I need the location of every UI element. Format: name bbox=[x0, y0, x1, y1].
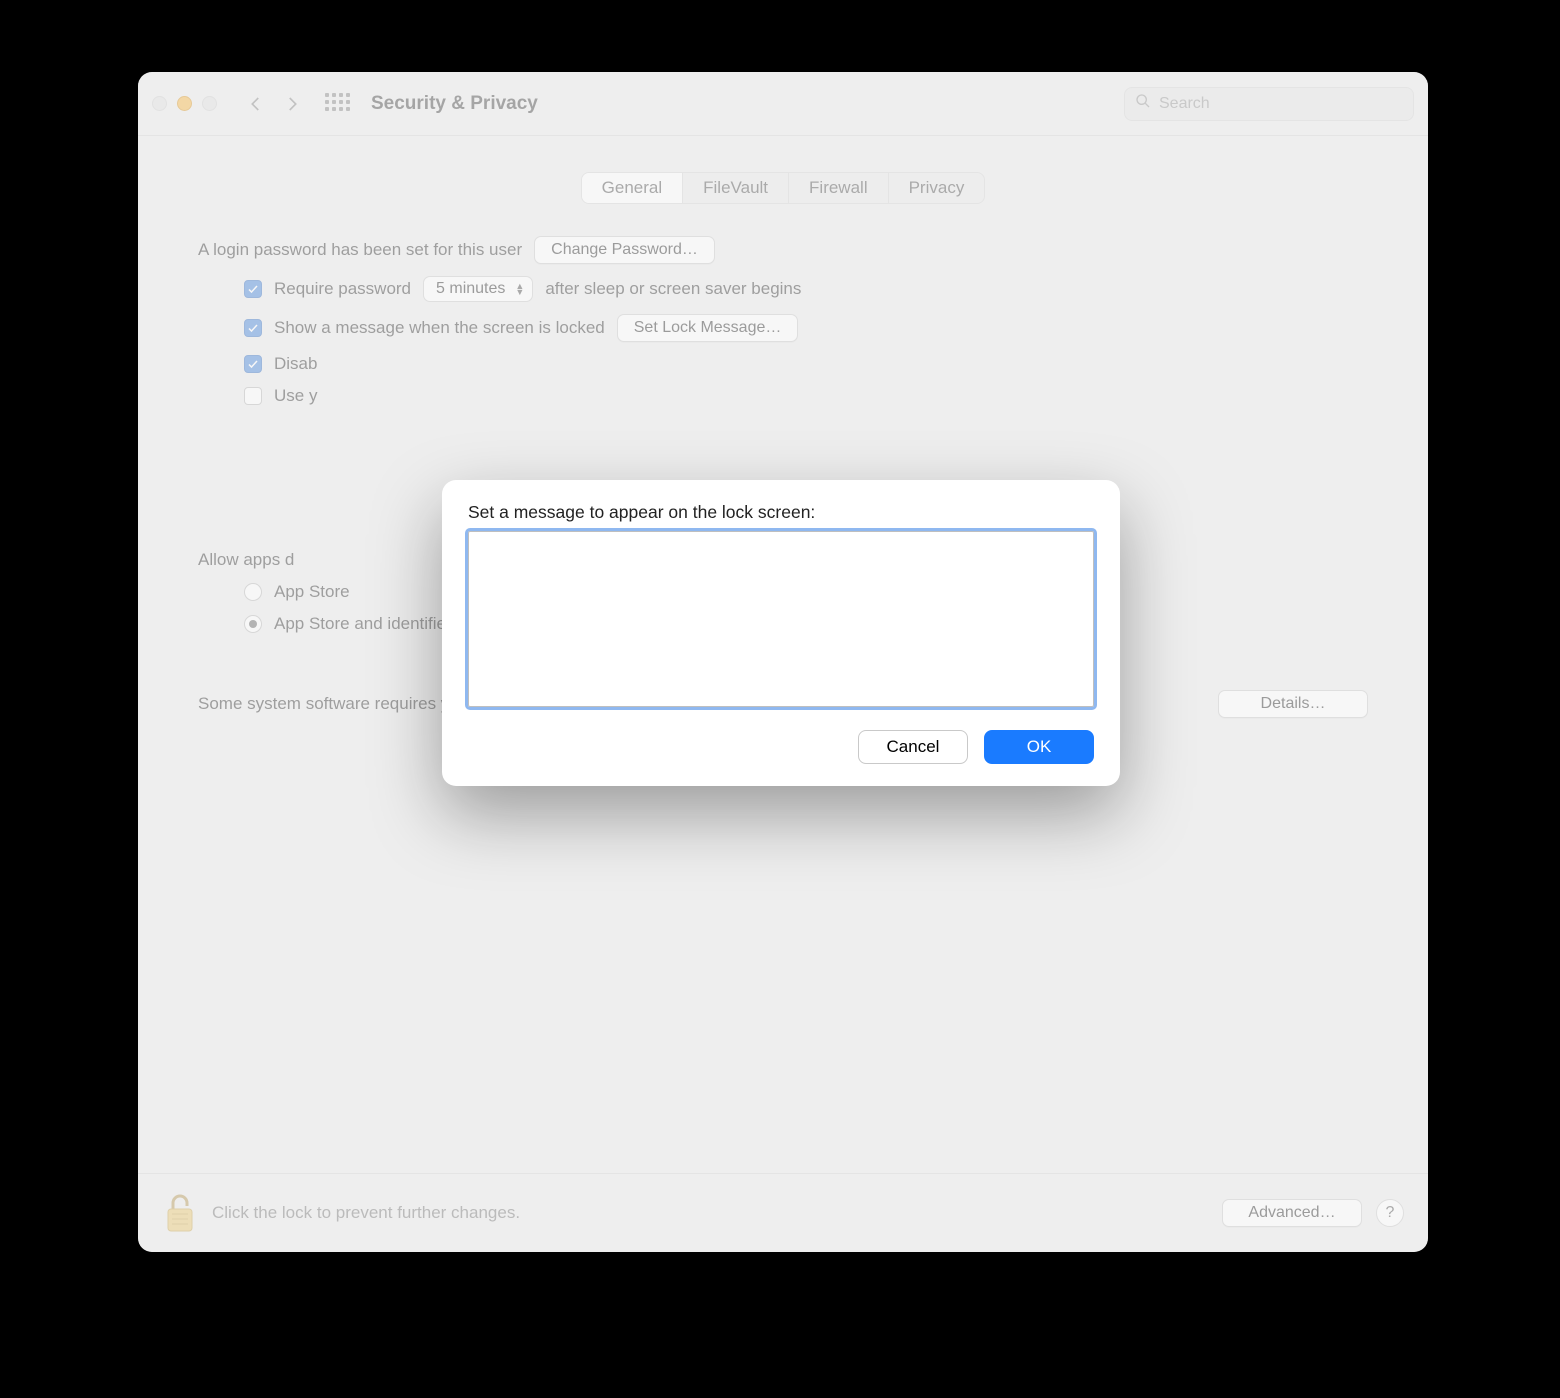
zoom-window-button[interactable] bbox=[202, 96, 217, 111]
require-password-label-post: after sleep or screen saver begins bbox=[545, 279, 801, 299]
cancel-button[interactable]: Cancel bbox=[858, 730, 968, 764]
lock-message-textarea[interactable] bbox=[468, 531, 1094, 707]
login-password-text: A login password has been set for this u… bbox=[198, 240, 522, 260]
disable-auto-login-checkbox[interactable] bbox=[244, 355, 262, 373]
require-password-delay-select[interactable]: 5 minutes ▲▼ bbox=[423, 276, 533, 302]
require-password-delay-value: 5 minutes bbox=[436, 280, 505, 298]
set-lock-message-dialog: Set a message to appear on the lock scre… bbox=[442, 480, 1120, 786]
tab-firewall[interactable]: Firewall bbox=[789, 173, 889, 203]
window-footer: Click the lock to prevent further change… bbox=[138, 1173, 1428, 1252]
tab-privacy[interactable]: Privacy bbox=[889, 173, 985, 203]
change-password-button[interactable]: Change Password… bbox=[534, 236, 715, 264]
window-toolbar: Security & Privacy bbox=[138, 72, 1428, 136]
lock-hint-text: Click the lock to prevent further change… bbox=[212, 1203, 1208, 1223]
show-all-button[interactable] bbox=[325, 93, 347, 115]
nav-buttons bbox=[247, 95, 301, 113]
show-lock-message-checkbox[interactable] bbox=[244, 319, 262, 337]
tab-bar: General FileVault Firewall Privacy bbox=[581, 172, 986, 204]
traffic-lights bbox=[152, 96, 217, 111]
back-button[interactable] bbox=[247, 95, 265, 113]
show-lock-message-label: Show a message when the screen is locked bbox=[274, 318, 605, 338]
allow-apps-appstore-radio[interactable] bbox=[244, 583, 262, 601]
search-icon bbox=[1135, 93, 1151, 114]
tab-filevault[interactable]: FileVault bbox=[683, 173, 789, 203]
require-password-label-pre: Require password bbox=[274, 279, 411, 299]
chevron-up-down-icon: ▲▼ bbox=[515, 283, 524, 295]
lock-icon[interactable] bbox=[162, 1192, 198, 1234]
search-field[interactable] bbox=[1124, 87, 1414, 121]
set-lock-message-button[interactable]: Set Lock Message… bbox=[617, 314, 799, 342]
forward-button[interactable] bbox=[283, 95, 301, 113]
allow-apps-identified-radio[interactable] bbox=[244, 615, 262, 633]
details-button[interactable]: Details… bbox=[1218, 690, 1368, 718]
close-window-button[interactable] bbox=[152, 96, 167, 111]
window-title: Security & Privacy bbox=[371, 93, 538, 115]
tab-general[interactable]: General bbox=[582, 173, 683, 203]
advanced-button[interactable]: Advanced… bbox=[1222, 1199, 1362, 1227]
use-apple-watch-checkbox[interactable] bbox=[244, 387, 262, 405]
help-button[interactable]: ? bbox=[1376, 1199, 1404, 1227]
allow-apps-appstore-label: App Store bbox=[274, 582, 350, 602]
ok-button[interactable]: OK bbox=[984, 730, 1094, 764]
search-input[interactable] bbox=[1159, 95, 1403, 113]
use-apple-watch-label: Use y bbox=[274, 386, 317, 406]
allow-apps-heading: Allow apps d bbox=[198, 550, 294, 570]
require-password-checkbox[interactable] bbox=[244, 280, 262, 298]
minimize-window-button[interactable] bbox=[177, 96, 192, 111]
tabs-row: General FileVault Firewall Privacy bbox=[138, 136, 1428, 222]
dialog-label: Set a message to appear on the lock scre… bbox=[468, 502, 1094, 523]
disable-auto-login-label: Disab bbox=[274, 354, 317, 374]
